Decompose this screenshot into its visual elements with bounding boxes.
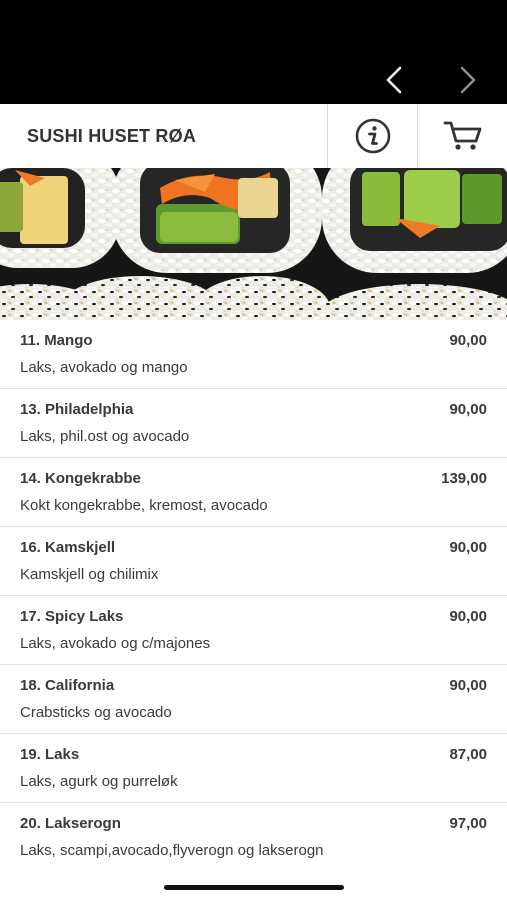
item-description: Laks, avokado og c/majones	[20, 635, 211, 652]
cart-button[interactable]	[417, 104, 507, 168]
item-name: 11. Mango	[20, 332, 93, 349]
sushi-roll-left	[0, 168, 120, 268]
item-name: 20. Lakserogn	[20, 815, 121, 832]
item-name: 16. Kamskjell	[20, 539, 116, 556]
item-price: 90,00	[449, 608, 487, 625]
page-title: SUSHI HUSET RØA	[27, 126, 197, 146]
item-description: Laks, agurk og purreløk	[20, 773, 178, 790]
app-header: SUSHI HUSET RØA	[0, 104, 507, 169]
menu-item-california[interactable]: 18. California 90,00 Crabsticks og avoca…	[0, 665, 507, 734]
menu-item-mango[interactable]: 11. Mango 90,00 Laks, avokado og mango	[0, 320, 507, 389]
sushi-roll-right	[322, 168, 507, 273]
hero-sushi-image	[0, 168, 507, 320]
item-description: Kamskjell og chilimix	[20, 566, 159, 583]
chevron-left-icon	[386, 66, 402, 94]
menu-item-philadelphia[interactable]: 13. Philadelphia 90,00 Laks, phil.ost og…	[0, 389, 507, 458]
menu-list: 11. Mango 90,00 Laks, avokado og mango 1…	[0, 320, 507, 872]
item-description: Kokt kongekrabbe, kremost, avocado	[20, 497, 268, 514]
item-price: 90,00	[449, 539, 487, 556]
menu-item-spicy-laks[interactable]: 17. Spicy Laks 90,00 Laks, avokado og c/…	[0, 596, 507, 665]
item-price: 90,00	[449, 332, 487, 349]
home-indicator[interactable]	[164, 885, 344, 890]
item-price: 90,00	[449, 677, 487, 694]
sushi-roll-center	[112, 168, 322, 273]
menu-item-lakserogn[interactable]: 20. Lakserogn 97,00 Laks, scampi,avocado…	[0, 803, 507, 872]
chevron-right-icon	[460, 66, 476, 94]
item-price: 139,00	[441, 470, 487, 487]
item-price: 87,00	[449, 746, 487, 763]
item-name: 17. Spicy Laks	[20, 608, 124, 625]
item-description: Laks, avokado og mango	[20, 359, 188, 376]
item-price: 90,00	[449, 401, 487, 418]
item-name: 18. California	[20, 677, 115, 694]
item-name: 19. Laks	[20, 746, 80, 763]
menu-item-kamskjell[interactable]: 16. Kamskjell 90,00 Kamskjell og chilimi…	[0, 527, 507, 596]
item-description: Laks, phil.ost og avocado	[20, 428, 190, 445]
item-price: 97,00	[449, 815, 487, 832]
forward-button[interactable]	[450, 62, 486, 98]
shopping-cart-icon	[443, 121, 481, 150]
item-name: 14. Kongekrabbe	[20, 470, 141, 487]
back-button[interactable]	[376, 62, 412, 98]
item-description: Laks, scampi,avocado,flyverogn og lakser…	[20, 842, 324, 859]
menu-item-kongekrabbe[interactable]: 14. Kongekrabbe 139,00 Kokt kongekrabbe,…	[0, 458, 507, 527]
info-button[interactable]	[327, 104, 417, 168]
info-circle-icon	[355, 118, 390, 154]
item-description: Crabsticks og avocado	[20, 704, 172, 721]
top-bar	[0, 0, 507, 104]
item-name: 13. Philadelphia	[20, 401, 134, 418]
menu-item-laks[interactable]: 19. Laks 87,00 Laks, agurk og purreløk	[0, 734, 507, 803]
